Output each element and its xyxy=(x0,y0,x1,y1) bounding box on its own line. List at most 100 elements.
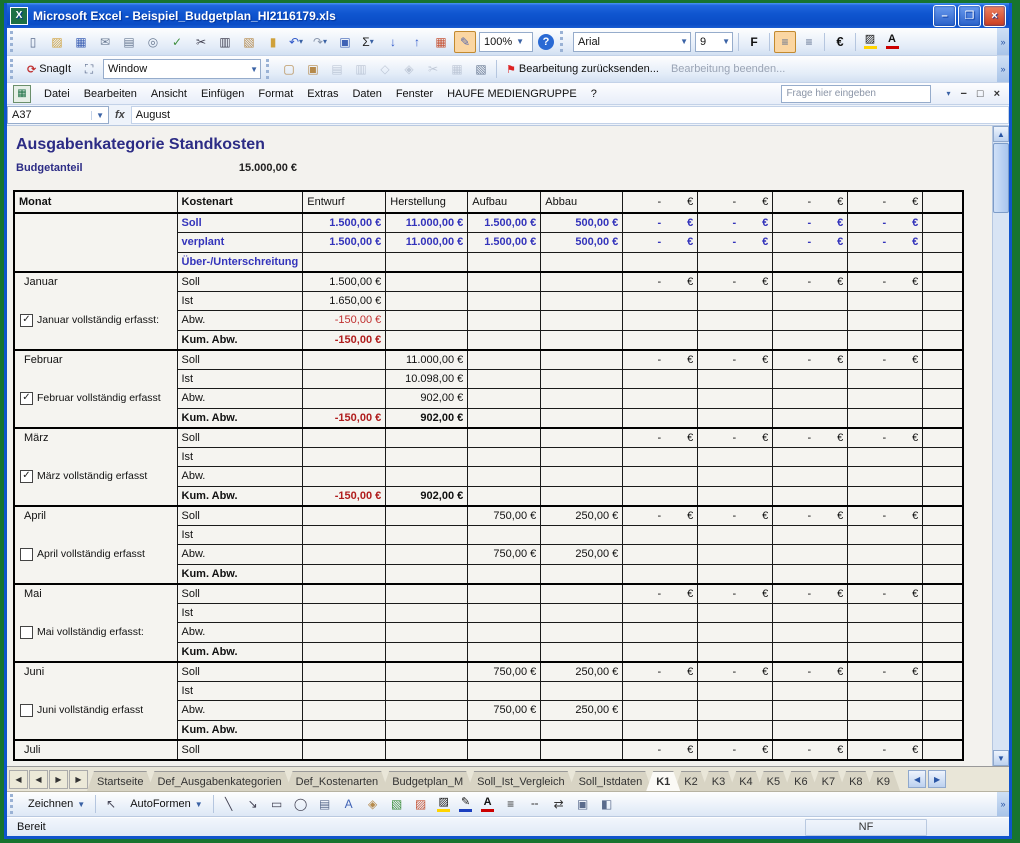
column-header[interactable]: Aufbau xyxy=(467,190,542,214)
cell[interactable] xyxy=(622,329,699,350)
snagit-profile-select[interactable]: Window ▼ xyxy=(103,59,262,79)
row-label-cell[interactable]: Kum. Abw. xyxy=(176,641,304,662)
cell[interactable] xyxy=(772,524,849,545)
cell[interactable] xyxy=(922,290,964,311)
edit-comment-icon[interactable]: ▣ xyxy=(302,58,324,80)
cell[interactable] xyxy=(847,446,924,467)
cell[interactable]: - € xyxy=(697,212,774,233)
cell[interactable] xyxy=(922,368,964,389)
save-icon[interactable]: ▦ xyxy=(70,31,92,53)
cell[interactable] xyxy=(540,622,624,643)
cell[interactable] xyxy=(772,719,849,740)
oval-icon[interactable]: ◯ xyxy=(290,793,312,815)
scroll-up-icon[interactable]: ▲ xyxy=(993,126,1009,142)
euro-format-button[interactable]: € xyxy=(829,31,851,53)
month-cell[interactable] xyxy=(13,212,178,272)
cell[interactable] xyxy=(922,504,964,526)
picture-icon[interactable]: ▨ xyxy=(410,793,432,815)
cell[interactable] xyxy=(622,563,699,584)
cell[interactable] xyxy=(467,563,542,584)
cell[interactable] xyxy=(922,524,964,545)
cell[interactable] xyxy=(922,251,964,272)
wordart-icon[interactable]: A xyxy=(338,793,360,815)
cell[interactable]: 250,00 € xyxy=(540,660,624,682)
column-header[interactable]: Herstellung xyxy=(385,190,469,214)
cell[interactable] xyxy=(467,446,542,467)
cell[interactable] xyxy=(540,485,624,506)
cell[interactable] xyxy=(622,485,699,506)
line-color-icon[interactable]: ✎ xyxy=(456,794,476,814)
show-all-comments-icon[interactable]: ◈ xyxy=(398,58,420,80)
cell[interactable] xyxy=(772,251,849,272)
cell[interactable] xyxy=(302,446,387,467)
cell[interactable]: -150,00 € xyxy=(302,310,387,331)
help-button[interactable]: ? xyxy=(538,33,554,50)
shadow-style-icon[interactable]: ▣ xyxy=(572,793,594,815)
autosum-icon[interactable]: Σ ▾ xyxy=(358,31,380,53)
cell[interactable] xyxy=(302,641,387,662)
cell[interactable] xyxy=(385,329,469,350)
row-label-cell[interactable]: Soll xyxy=(176,582,304,604)
cell[interactable] xyxy=(772,544,849,565)
menu-bearbeiten[interactable]: Bearbeiten xyxy=(77,86,144,102)
cell[interactable] xyxy=(467,388,542,409)
cell[interactable] xyxy=(922,641,964,662)
sheet-tab-soll_ist_vergleich[interactable]: Soll_Ist_Vergleich xyxy=(467,771,574,791)
cell[interactable] xyxy=(847,466,924,487)
month-cell[interactable]: Mai Mai vollständig erfasst: xyxy=(13,582,178,662)
cell[interactable] xyxy=(385,290,469,311)
cell[interactable] xyxy=(540,466,624,487)
cell[interactable] xyxy=(467,290,542,311)
cell[interactable]: 1.650,00 € xyxy=(302,290,387,311)
cell[interactable] xyxy=(847,719,924,740)
cell[interactable]: 902,00 € xyxy=(385,485,469,506)
cell[interactable] xyxy=(467,738,542,760)
cell[interactable] xyxy=(385,446,469,467)
cell[interactable] xyxy=(467,719,542,740)
cell[interactable] xyxy=(467,310,542,331)
update-file-icon[interactable]: ▦ xyxy=(446,58,468,80)
cell[interactable] xyxy=(540,290,624,311)
month-cell[interactable]: März ✓ März vollständig erfasst xyxy=(13,426,178,506)
cell[interactable] xyxy=(697,622,774,643)
cell[interactable] xyxy=(772,388,849,409)
vertical-scrollbar[interactable]: ▲ ▼ xyxy=(992,126,1009,766)
cell[interactable]: - € xyxy=(622,426,699,448)
cell[interactable] xyxy=(540,310,624,331)
cell[interactable]: 750,00 € xyxy=(467,544,542,565)
month-cell[interactable]: April April vollständig erfasst xyxy=(13,504,178,584)
font-color-icon[interactable]: A xyxy=(478,794,498,814)
cell[interactable] xyxy=(540,602,624,623)
cell[interactable] xyxy=(302,660,387,682)
cell[interactable] xyxy=(622,466,699,487)
month-checkbox-row[interactable]: ✓ März vollständig erfasst xyxy=(20,469,147,483)
cell[interactable] xyxy=(772,368,849,389)
cell[interactable]: - € xyxy=(847,348,924,370)
show-comment-icon[interactable]: ◇ xyxy=(374,58,396,80)
redo-icon[interactable]: ↷ ▾ xyxy=(310,31,332,53)
line-style-icon[interactable]: ≡ xyxy=(500,793,522,815)
font-name-select[interactable]: Arial ▼ xyxy=(573,31,691,52)
cell[interactable]: 250,00 € xyxy=(540,544,624,565)
paste-icon[interactable]: ▧ xyxy=(238,31,260,53)
cell[interactable] xyxy=(697,466,774,487)
rectangle-icon[interactable]: ▭ xyxy=(266,793,288,815)
cell[interactable] xyxy=(922,563,964,584)
cell[interactable]: 750,00 € xyxy=(467,660,542,682)
cell[interactable] xyxy=(922,700,964,721)
cell[interactable] xyxy=(467,466,542,487)
cell[interactable] xyxy=(540,738,624,760)
row-label-cell[interactable]: Ist xyxy=(176,368,304,389)
cell[interactable] xyxy=(467,641,542,662)
snagit-capture-icon[interactable]: ⛶ xyxy=(78,58,100,80)
cell[interactable] xyxy=(772,602,849,623)
cell[interactable] xyxy=(540,641,624,662)
cell[interactable] xyxy=(847,700,924,721)
scrollbar-thumb[interactable] xyxy=(993,143,1009,213)
cell[interactable] xyxy=(302,348,387,370)
cell[interactable]: - € xyxy=(772,348,849,370)
month-checkbox-row[interactable]: April vollständig erfasst xyxy=(20,547,145,561)
cell[interactable] xyxy=(385,641,469,662)
align-center-icon[interactable]: ≡ xyxy=(798,31,820,53)
clipart-icon[interactable]: ▧ xyxy=(386,793,408,815)
